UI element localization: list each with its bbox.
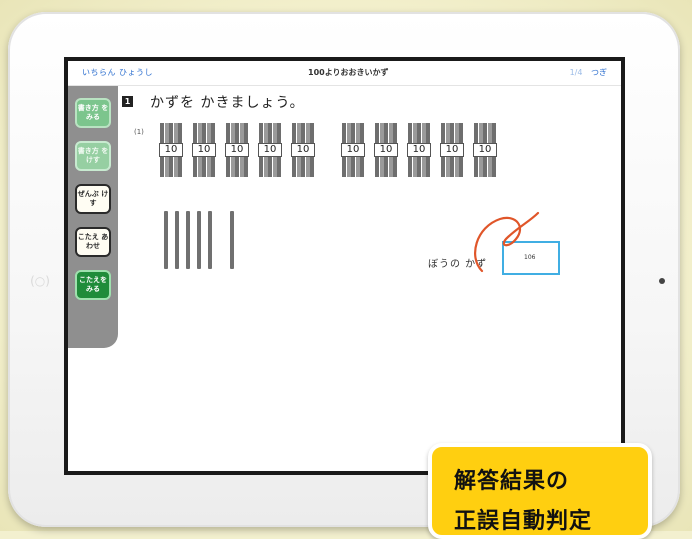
camera-icon: (○) <box>30 274 50 288</box>
badge-line-2: 正誤自動判定 <box>454 509 593 534</box>
badge-line-1: 解答結果の <box>454 469 570 494</box>
circle-check-mark-icon <box>474 211 540 273</box>
correct-mark-stroke <box>474 211 540 273</box>
feature-badge: 解答結果の 正誤自動判定 <box>428 443 652 539</box>
home-button-icon[interactable] <box>659 278 665 284</box>
app-screen: いちらん ひょうし 100よりおおきいかず 1/4 つぎ 書き方 をみる 書き方… <box>64 57 625 475</box>
